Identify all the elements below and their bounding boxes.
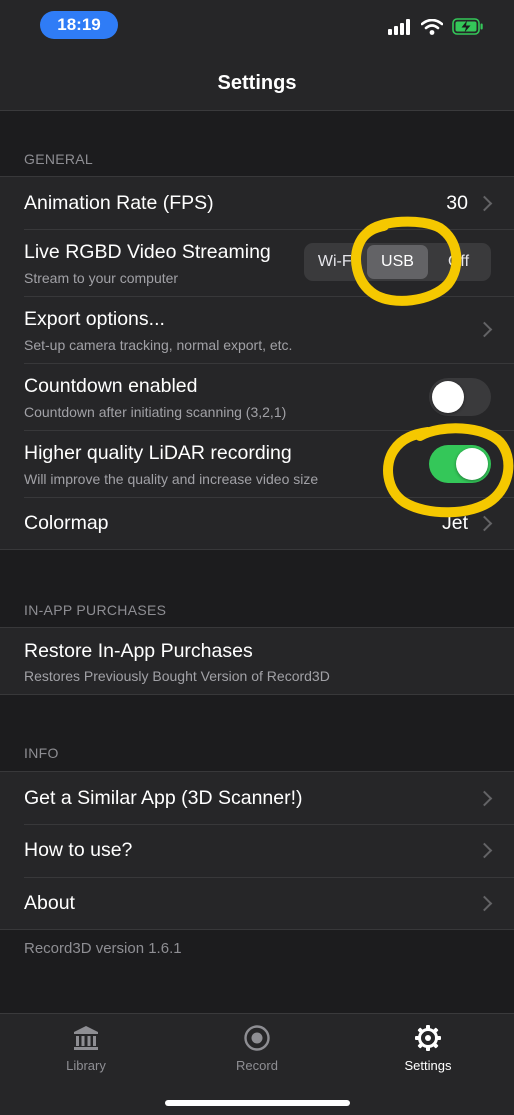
iap-group: Restore In-App Purchases Restores Previo…	[0, 627, 514, 695]
about-title: About	[24, 892, 75, 914]
page-title: Settings	[217, 71, 297, 94]
segment-off[interactable]: Off	[428, 245, 489, 279]
lidar-quality-toggle[interactable]	[429, 445, 491, 483]
chevron-right-icon	[476, 842, 493, 859]
chevron-right-icon	[476, 515, 493, 532]
chevron-right-icon	[476, 895, 493, 912]
animation-rate-title: Animation Rate (FPS)	[24, 192, 214, 214]
lidar-quality-title: Higher quality LiDAR recording	[24, 442, 292, 464]
tab-record-label: Record	[236, 1058, 278, 1073]
signal-icon	[388, 18, 410, 35]
streaming-title: Live RGBD Video Streaming	[24, 241, 271, 263]
export-options-title: Export options...	[24, 308, 165, 330]
colormap-title: Colormap	[24, 512, 109, 534]
lidar-quality-row: Higher quality LiDAR recording Will impr…	[0, 430, 514, 497]
countdown-toggle[interactable]	[429, 378, 491, 416]
tab-bar: Library Record Settings	[0, 1013, 514, 1115]
chevron-right-icon	[476, 321, 493, 338]
library-icon	[74, 1026, 98, 1050]
tab-settings-label: Settings	[404, 1058, 452, 1073]
status-bar: 18:19	[0, 0, 514, 56]
colormap-value: Jet	[441, 512, 468, 534]
how-to-use-row[interactable]: How to use?	[0, 824, 514, 877]
tab-record[interactable]: Record	[197, 1024, 317, 1073]
info-group: Get a Similar App (3D Scanner!) How to u…	[0, 771, 514, 930]
animation-rate-value: 30	[446, 192, 468, 214]
streaming-segmented-control[interactable]: Wi-Fi USB Off	[304, 243, 491, 281]
segment-wifi[interactable]: Wi-Fi	[306, 245, 367, 279]
chevron-right-icon	[476, 790, 493, 807]
section-header-general: GENERAL	[24, 151, 94, 167]
tab-library-label: Library	[66, 1058, 106, 1073]
countdown-title: Countdown enabled	[24, 375, 198, 397]
settings-gear-icon	[415, 1025, 441, 1051]
similar-app-row[interactable]: Get a Similar App (3D Scanner!)	[0, 772, 514, 824]
chevron-right-icon	[476, 195, 493, 212]
about-row[interactable]: About	[0, 877, 514, 929]
animation-rate-row[interactable]: Animation Rate (FPS) 30	[0, 177, 514, 229]
status-icons	[388, 18, 484, 35]
version-label: Record3D version 1.6.1	[24, 940, 182, 957]
home-indicator[interactable]	[165, 1100, 350, 1106]
similar-app-title: Get a Similar App (3D Scanner!)	[24, 787, 303, 809]
colormap-row[interactable]: Colormap Jet	[0, 497, 514, 549]
section-header-info: INFO	[24, 745, 59, 761]
countdown-subtitle: Countdown after initiating scanning (3,2…	[24, 404, 287, 420]
how-to-use-title: How to use?	[24, 839, 133, 861]
tab-library[interactable]: Library	[26, 1024, 146, 1073]
countdown-row: Countdown enabled Countdown after initia…	[0, 363, 514, 430]
navigation-bar: Settings	[0, 56, 514, 111]
export-options-subtitle: Set-up camera tracking, normal export, e…	[24, 337, 293, 353]
streaming-subtitle: Stream to your computer	[24, 270, 179, 286]
toggle-knob	[456, 448, 488, 480]
settings-content[interactable]: GENERAL Animation Rate (FPS) 30 Live RGB…	[0, 111, 514, 1013]
battery-charging-icon	[452, 18, 483, 35]
export-options-row[interactable]: Export options... Set-up camera tracking…	[0, 296, 514, 363]
status-time[interactable]: 18:19	[40, 11, 118, 39]
streaming-row: Live RGBD Video Streaming Stream to your…	[0, 229, 514, 296]
tab-settings[interactable]: Settings	[368, 1024, 488, 1073]
segment-usb[interactable]: USB	[367, 245, 428, 279]
restore-purchases-subtitle: Restores Previously Bought Version of Re…	[24, 668, 330, 684]
restore-purchases-title: Restore In-App Purchases	[24, 640, 253, 662]
lidar-quality-subtitle: Will improve the quality and increase vi…	[24, 471, 319, 487]
wifi-icon	[421, 18, 443, 35]
section-header-iap: IN-APP PURCHASES	[24, 602, 167, 618]
toggle-knob	[432, 381, 464, 413]
record-icon	[244, 1025, 270, 1051]
general-group: Animation Rate (FPS) 30 Live RGBD Video …	[0, 176, 514, 550]
restore-purchases-row[interactable]: Restore In-App Purchases Restores Previo…	[0, 628, 514, 694]
